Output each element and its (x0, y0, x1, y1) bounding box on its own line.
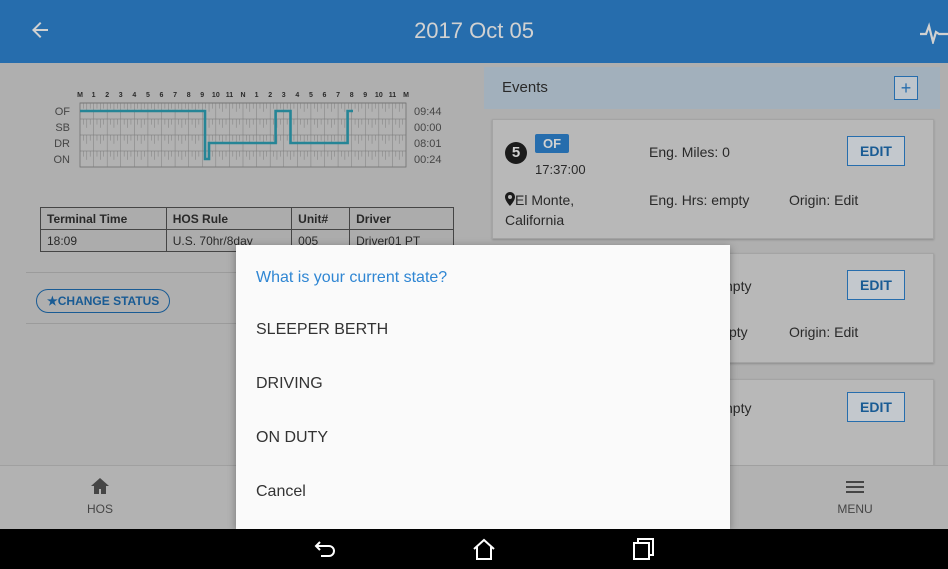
cancel-button[interactable]: Cancel (256, 483, 306, 501)
system-recents-icon[interactable] (628, 537, 656, 561)
system-back-icon[interactable] (312, 537, 340, 561)
option-sleeper-berth[interactable]: SLEEPER BERTH (256, 321, 388, 339)
option-driving[interactable]: DRIVING (256, 375, 323, 393)
option-on-duty[interactable]: ON DUTY (256, 429, 328, 447)
state-select-dialog: What is your current state? SLEEPER BERT… (236, 245, 730, 529)
system-navigation-bar (0, 529, 948, 569)
dialog-title: What is your current state? (256, 269, 448, 286)
system-home-icon[interactable] (470, 537, 498, 561)
